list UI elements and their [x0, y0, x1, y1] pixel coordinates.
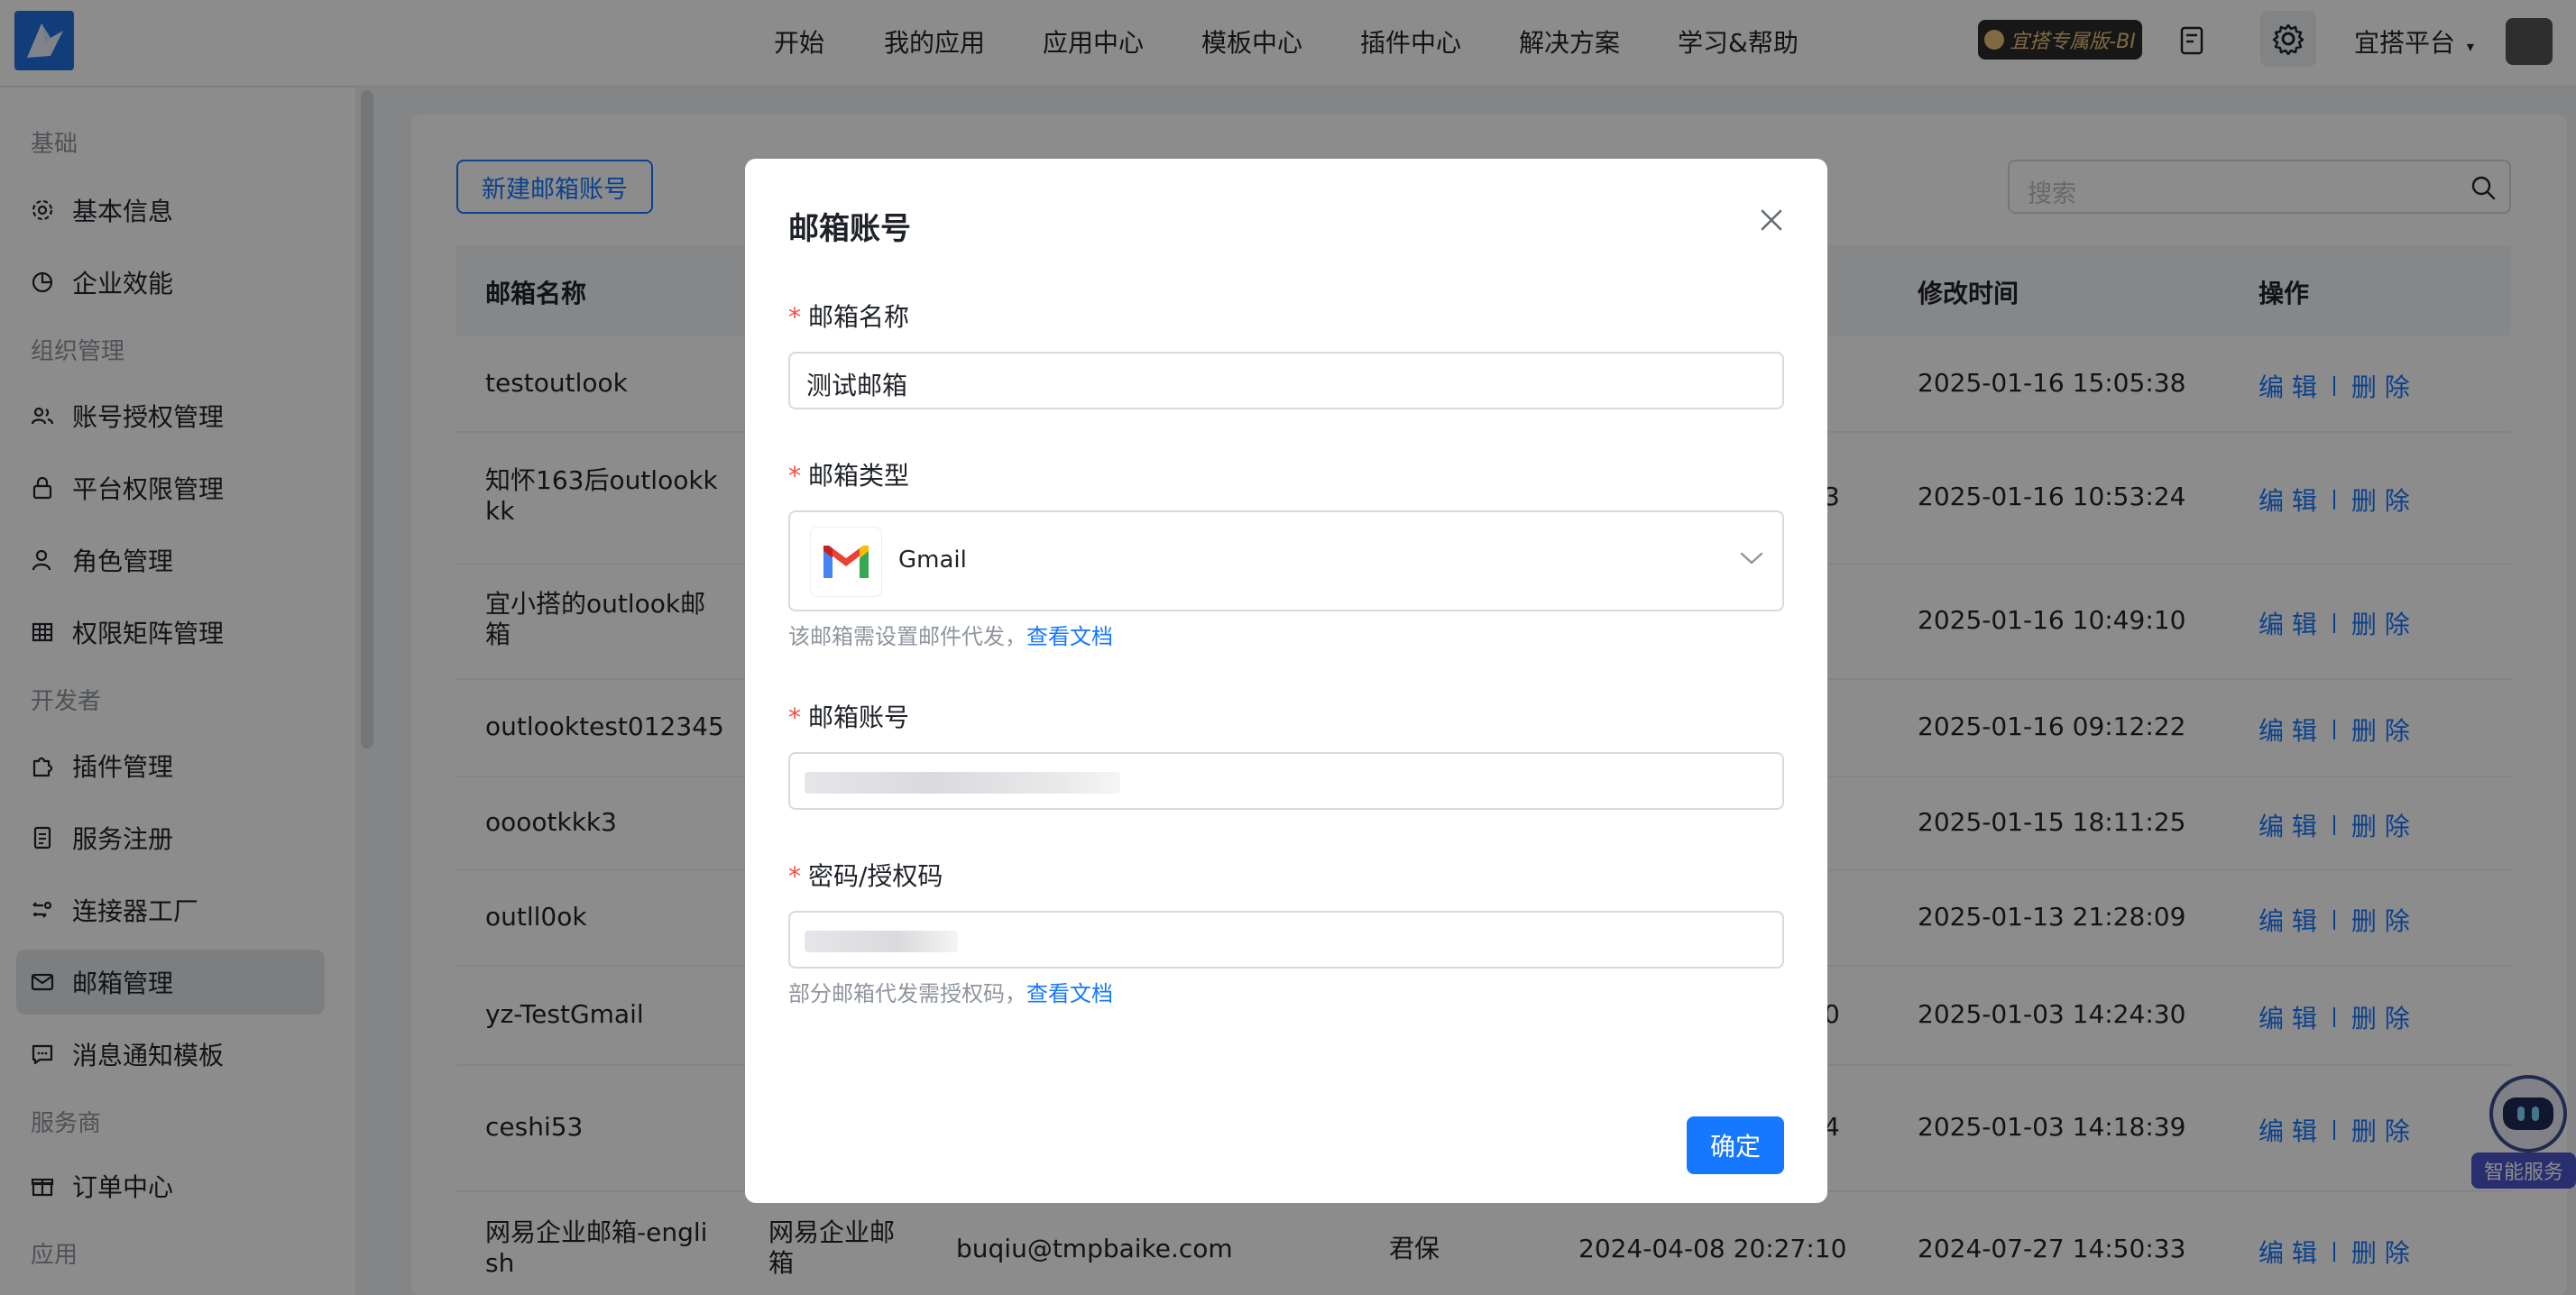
password-label: * 密码/授权码 — [788, 857, 943, 893]
view-docs-link[interactable]: 查看文档 — [1026, 624, 1113, 649]
blurred-value — [805, 931, 958, 952]
mailbox-name-input[interactable]: 测试邮箱 — [788, 352, 1784, 409]
required-mark: * — [788, 461, 801, 491]
required-mark: * — [788, 302, 801, 332]
mailbox-type-hint-text: 该邮箱需设置邮件代发， — [788, 624, 1026, 649]
mailbox-account-dialog: 邮箱账号 * 邮箱名称 测试邮箱 * 邮箱类型 Gmail 该邮箱需设置邮件代发，查… — [745, 159, 1827, 1203]
mailbox-type-label-text: 邮箱类型 — [808, 461, 910, 491]
mailbox-account-label-text: 邮箱账号 — [808, 703, 910, 732]
mailbox-name-value: 测试邮箱 — [806, 371, 908, 400]
dialog-title: 邮箱账号 — [788, 211, 911, 247]
gmail-logo — [810, 527, 882, 597]
password-hint-text: 部分邮箱代发需授权码， — [788, 981, 1026, 1006]
required-mark: * — [788, 861, 801, 891]
mailbox-account-label: * 邮箱账号 — [788, 698, 909, 734]
mailbox-name-label-text: 邮箱名称 — [808, 302, 910, 332]
mailbox-account-input[interactable] — [788, 752, 1784, 810]
mailbox-type-value: Gmail — [898, 546, 967, 574]
gmail-icon — [823, 546, 869, 578]
blurred-value — [805, 772, 1120, 794]
mailbox-type-label: * 邮箱类型 — [788, 456, 909, 492]
close-icon[interactable] — [1755, 204, 1788, 236]
password-input[interactable] — [788, 911, 1784, 969]
required-mark: * — [788, 703, 801, 732]
mailbox-name-label: * 邮箱名称 — [788, 298, 909, 334]
password-label-text: 密码/授权码 — [808, 861, 943, 891]
confirm-button[interactable]: 确定 — [1687, 1116, 1784, 1174]
view-docs-link[interactable]: 查看文档 — [1026, 981, 1113, 1006]
password-hint: 部分邮箱代发需授权码，查看文档 — [788, 976, 1113, 1007]
chevron-down-icon — [1740, 552, 1763, 565]
mailbox-type-select[interactable]: Gmail — [788, 510, 1784, 611]
mailbox-type-hint: 该邮箱需设置邮件代发，查看文档 — [788, 619, 1113, 650]
